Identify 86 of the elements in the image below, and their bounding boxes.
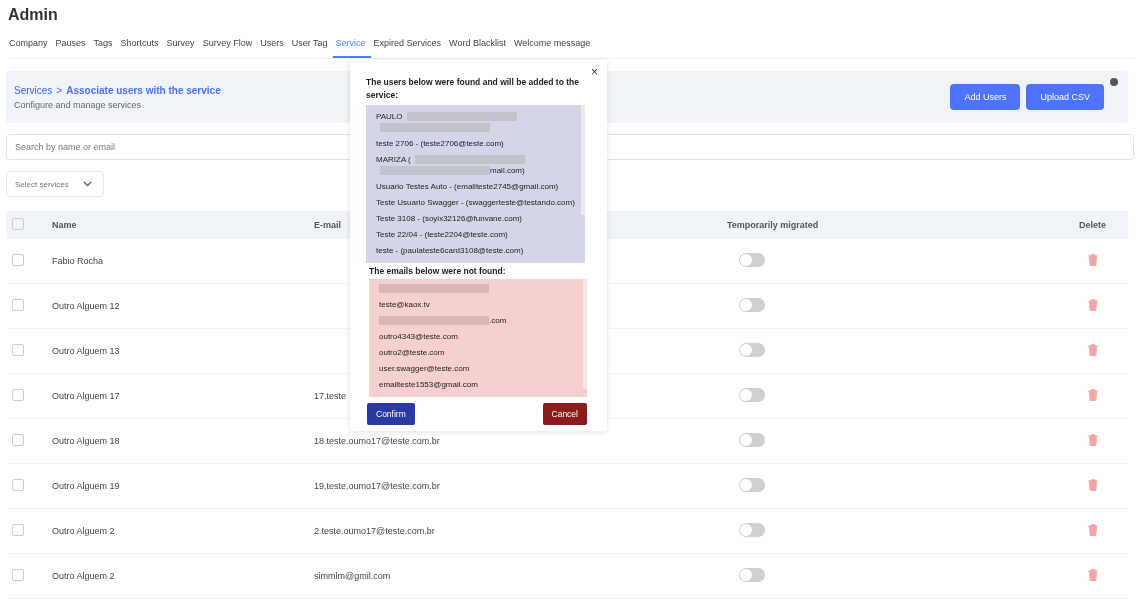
toggle-switch[interactable] — [739, 568, 765, 582]
tab[interactable]: User Tag — [288, 34, 333, 58]
tab[interactable]: Welcome message — [510, 34, 596, 58]
table-cell-text: Outro Alguem 17 — [52, 391, 121, 401]
dialog-heading: The users below were found and will be added to the service: — [366, 76, 580, 102]
column-header: E-mail — [314, 220, 341, 230]
toggle-switch[interactable] — [739, 433, 765, 447]
tab[interactable]: Shortcuts — [117, 34, 164, 58]
tab[interactable]: Tags — [90, 34, 118, 58]
list-item: Teste 3108 - (soyix32126@funvane.com) — [376, 214, 522, 223]
list-item: Teste 22/04 - (teste2204@teste.com) — [376, 230, 508, 239]
list-item: outro4343@teste.com — [379, 332, 458, 341]
tab[interactable]: Company — [6, 34, 53, 58]
checkbox[interactable] — [12, 524, 24, 536]
tab[interactable]: Survey Flow — [199, 34, 258, 58]
checkbox[interactable] — [12, 479, 24, 491]
checkbox[interactable] — [12, 299, 24, 311]
table-cell-text: Outro Alguem 18 — [52, 436, 121, 446]
trash-icon[interactable] — [1087, 524, 1098, 536]
toggle-switch[interactable] — [739, 523, 765, 537]
trash-icon[interactable] — [1087, 254, 1098, 266]
table-cell-text: Outro Alguem 2 — [52, 571, 116, 581]
list-item: .com — [489, 316, 507, 325]
tab[interactable]: Word Blacklist — [446, 34, 511, 58]
dialog-heading: The emails below were not found: — [369, 266, 507, 276]
page-title: Admin — [8, 6, 59, 24]
trash-icon[interactable] — [1087, 299, 1098, 311]
dot-icon — [1110, 78, 1118, 86]
table-cell-text: Outro Alguem 13 — [52, 346, 121, 356]
toggle-switch[interactable] — [739, 343, 765, 357]
list-item: teste@kaox.tv — [379, 300, 430, 309]
list-item: Teste Usuario Swagger - (swaggerteste@testando.com) — [376, 198, 575, 207]
tab[interactable]: Survey — [163, 34, 200, 58]
column-header: Delete — [1078, 220, 1107, 230]
column-header: Temporarily migrated — [727, 220, 820, 230]
close-button[interactable]: × — [588, 64, 601, 80]
checkbox[interactable] — [12, 218, 24, 230]
confirm-button[interactable]: Confirm — [367, 403, 415, 425]
breadcrumb-separator: > — [56, 84, 63, 96]
toggle-switch[interactable] — [739, 298, 765, 312]
trash-icon[interactable] — [1087, 344, 1098, 356]
breadcrumb-current: Associate users with the service — [66, 84, 221, 96]
trash-icon[interactable] — [1087, 434, 1098, 446]
checkbox[interactable] — [12, 254, 24, 266]
table-cell: 17.teste — [314, 391, 347, 401]
list-item: teste - (paulateste6card3108@teste.com) — [376, 246, 524, 255]
service-select[interactable]: Select services — [6, 171, 104, 197]
table-cell: 2.teste.oumo17@teste.com.br — [314, 526, 435, 536]
checkbox[interactable] — [12, 389, 24, 401]
table-cell-text: Outro Alguem 19 — [52, 481, 121, 491]
tab[interactable]: Service — [332, 34, 371, 58]
list-item: PAULO — [376, 112, 403, 121]
toggle-switch[interactable] — [739, 478, 765, 492]
trash-icon[interactable] — [1087, 389, 1098, 401]
table-cell: 19.teste.oumo17@teste.com.br — [314, 481, 440, 491]
list-item: mail.com) — [490, 166, 525, 175]
table-cell-text: Outro Alguem 2 — [52, 526, 116, 536]
checkbox[interactable] — [12, 569, 24, 581]
header-button[interactable]: Upload CSV — [1026, 84, 1104, 110]
scrollbar[interactable] — [581, 105, 585, 215]
table-cell-text: Outro Alguem 12 — [52, 301, 121, 311]
trash-icon[interactable] — [1087, 569, 1098, 581]
subtitle: Configure and manage services — [14, 99, 143, 110]
checkbox[interactable] — [12, 344, 24, 356]
header-button[interactable]: Add Users — [950, 84, 1021, 110]
list-item: MARIZA ( — [376, 155, 411, 164]
list-item: emailteste1553@gmail.com — [379, 380, 478, 389]
breadcrumb-link[interactable]: Services — [14, 84, 53, 96]
toggle-switch[interactable] — [739, 388, 765, 402]
column-header: Name — [52, 220, 78, 230]
table-cell: simmlm@gmil.com — [314, 571, 391, 581]
list-item: outro2@teste.com — [379, 348, 445, 357]
tab[interactable]: Users — [257, 34, 289, 58]
list-item: user.swagger@teste.com — [379, 364, 470, 373]
list-item: Usuario Testes Auto - (emailteste2745@gmail.com) — [376, 182, 559, 191]
table-cell-text: Fabio Rocha — [52, 256, 105, 266]
table-cell: 18.teste.oumo17@teste.com.br — [314, 436, 440, 446]
chevron-down-icon — [82, 181, 92, 187]
tab[interactable]: Pauses — [52, 34, 91, 58]
scrollbar[interactable] — [583, 279, 587, 389]
toggle-switch[interactable] — [739, 253, 765, 267]
list-item: teste 2706 - (teste2706@teste.com) — [376, 139, 504, 148]
tab[interactable]: Expired Services — [370, 34, 447, 58]
cancel-button[interactable]: Cancel — [542, 403, 587, 425]
trash-icon[interactable] — [1087, 479, 1098, 491]
checkbox[interactable] — [12, 434, 24, 446]
